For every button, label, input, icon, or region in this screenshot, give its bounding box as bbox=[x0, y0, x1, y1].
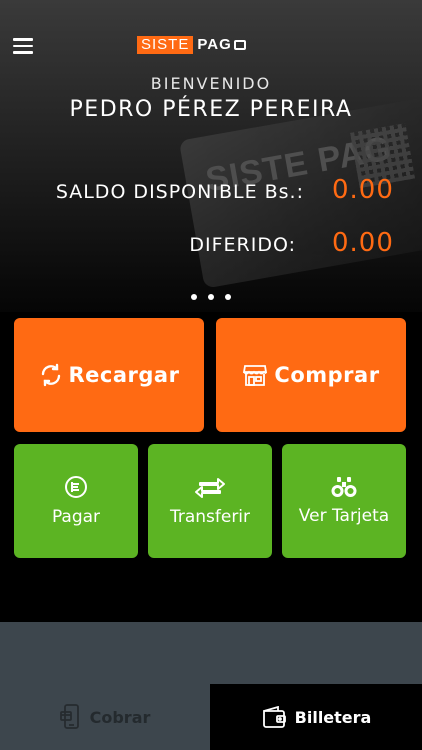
transfer-arrows-icon bbox=[195, 478, 225, 498]
pagar-label: Pagar bbox=[51, 507, 101, 527]
user-name: PEDRO PÉREZ PEREIRA bbox=[69, 97, 353, 122]
recargar-button[interactable]: Recargar bbox=[14, 318, 204, 432]
transferir-label: Transferir bbox=[169, 507, 251, 527]
pay-coin-icon bbox=[65, 476, 87, 498]
refresh-icon bbox=[41, 363, 60, 387]
tab-billetera-label: Billetera bbox=[294, 707, 372, 727]
tab-cobrar-label: Cobrar bbox=[89, 707, 151, 727]
binoculars-icon bbox=[331, 477, 357, 497]
welcome-text: BIENVENIDO bbox=[150, 74, 272, 93]
ver-tarjeta-button[interactable]: Ver Tarjeta bbox=[282, 444, 406, 558]
page-indicator[interactable] bbox=[0, 294, 422, 300]
phone-payment-icon bbox=[59, 704, 79, 729]
tab-cobrar[interactable]: Cobrar bbox=[0, 684, 210, 750]
wallet-icon bbox=[262, 706, 286, 728]
page-dot[interactable] bbox=[191, 294, 197, 300]
brand-logo-right: PAG bbox=[197, 36, 232, 53]
ver-tarjeta-label: Ver Tarjeta bbox=[298, 506, 390, 526]
brand-card-icon bbox=[233, 40, 246, 50]
page-dot[interactable] bbox=[225, 294, 231, 300]
pagar-button[interactable]: Pagar bbox=[14, 444, 138, 558]
brand-logo-left: SISTE bbox=[137, 36, 194, 54]
comprar-label: Comprar bbox=[274, 363, 380, 387]
available-balance-value: 0.00 bbox=[332, 175, 394, 205]
page-dot[interactable] bbox=[208, 294, 214, 300]
deferred-balance-value: 0.00 bbox=[332, 228, 394, 258]
transferir-button[interactable]: Transferir bbox=[148, 444, 272, 558]
tab-billetera[interactable]: Billetera bbox=[210, 684, 422, 750]
store-icon bbox=[243, 365, 268, 386]
app-root: SISTE PAG SISTE PAG BIENVENIDO PEDRO PÉR… bbox=[0, 0, 422, 750]
deferred-balance-label: DIFERIDO: bbox=[189, 234, 296, 256]
available-balance-label: SALDO DISPONIBLE Bs.: bbox=[55, 181, 304, 203]
brand-logo: SISTE PAG bbox=[137, 36, 246, 54]
comprar-button[interactable]: Comprar bbox=[216, 318, 406, 432]
hamburger-menu-icon[interactable] bbox=[13, 38, 33, 54]
recargar-label: Recargar bbox=[68, 363, 180, 387]
